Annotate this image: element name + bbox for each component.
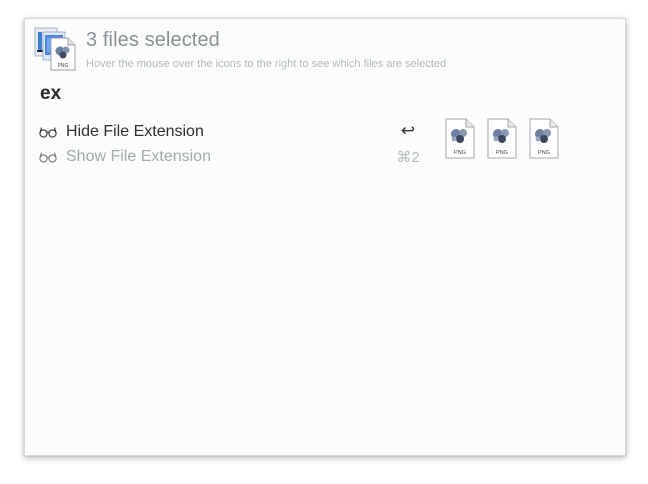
action-label: Show File Extension (66, 148, 211, 165)
glasses-icon (39, 127, 57, 138)
launcher-panel: PNG 3 files selected Hover the mouse ove… (24, 18, 626, 456)
command-2-shortcut: ⌘2 (396, 149, 420, 166)
file-type-label: PNG (538, 150, 550, 156)
action-hide-file-extension[interactable]: Hide File Extension ↩ (37, 121, 427, 144)
action-label: Hide File Extension (66, 123, 204, 140)
file-type-label: PNG (454, 150, 466, 156)
file-type-label: PNG (496, 150, 508, 156)
png-file-icon[interactable]: PNG (485, 118, 519, 160)
png-file-icon[interactable]: PNG (527, 118, 561, 160)
glasses-icon (39, 152, 57, 163)
selected-files-icons: PNG PNG PNG (443, 118, 573, 164)
stacked-png-files-icon: PNG (34, 27, 76, 71)
header-subtitle: Hover the mouse over the icons to the ri… (86, 58, 447, 70)
search-query[interactable]: ex (40, 83, 61, 105)
return-key-shortcut: ↩ (400, 121, 416, 140)
header-title: 3 files selected (86, 29, 220, 51)
png-file-icon[interactable]: PNG (443, 118, 477, 160)
action-show-file-extension[interactable]: Show File Extension ⌘2 (37, 147, 427, 169)
svg-text:PNG: PNG (58, 63, 69, 69)
